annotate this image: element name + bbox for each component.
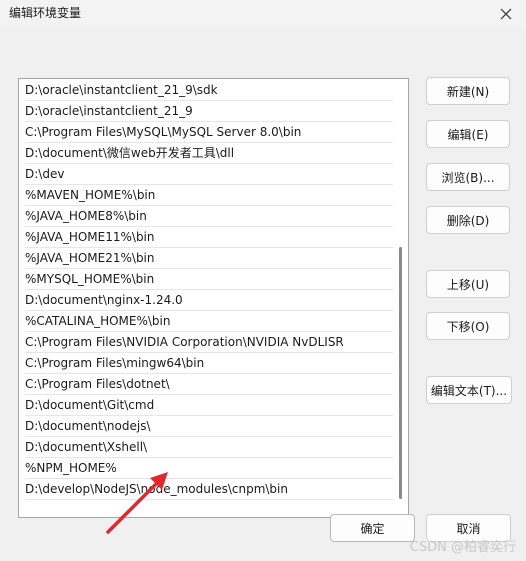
red-arrow-annotation xyxy=(106,472,168,534)
